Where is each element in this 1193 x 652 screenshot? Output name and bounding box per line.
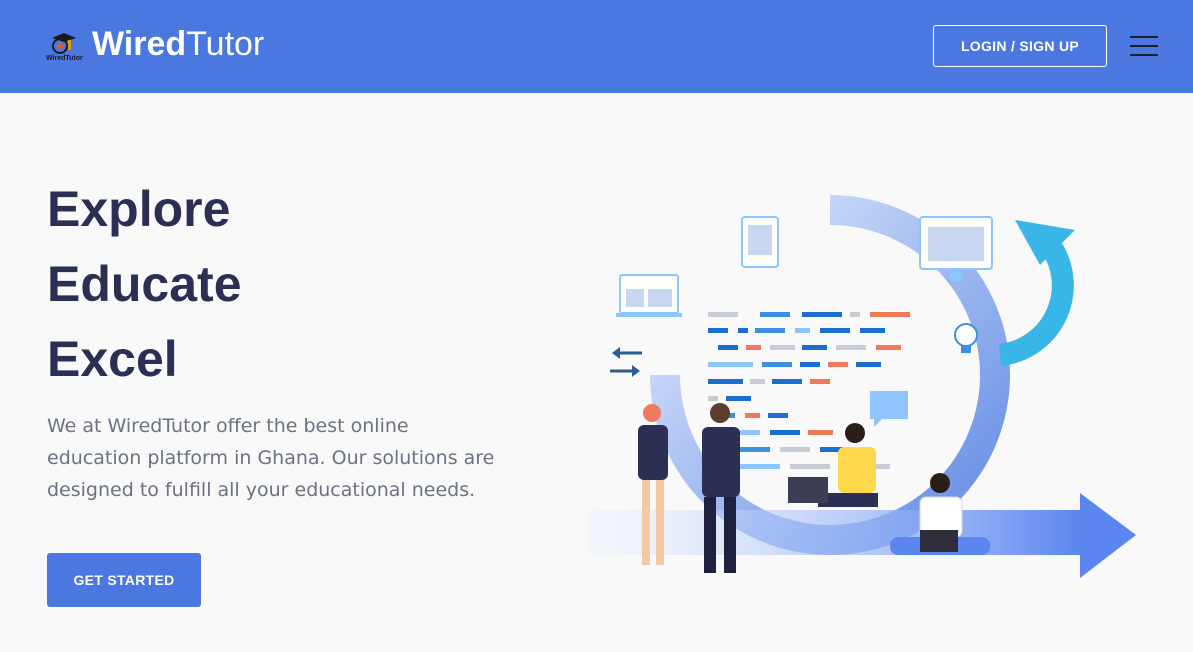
brand-regular: Tutor: [186, 25, 265, 63]
get-started-button[interactable]: GET STARTED: [47, 553, 201, 607]
brand-bold: Wired: [92, 25, 187, 63]
tablet-screen-icon: [741, 216, 779, 268]
hero-title-line-1: Explore: [47, 181, 231, 237]
laptop-screen-icon: [616, 274, 682, 317]
hamburger-menu-icon[interactable]: [1130, 33, 1158, 59]
hero-illustration: [590, 195, 1136, 578]
lightbulb-icon: [954, 323, 978, 353]
logo-icon[interactable]: WiredTutor: [44, 30, 84, 62]
navbar: WiredTutor WiredTutor LOGIN / SIGN UP: [0, 0, 1193, 93]
brand-name[interactable]: WiredTutor: [92, 24, 264, 64]
monitor-screen-icon: [919, 216, 993, 281]
login-signup-button[interactable]: LOGIN / SIGN UP: [933, 25, 1107, 67]
hero-title-line-3: Excel: [47, 331, 178, 387]
chat-bubble-icon: [870, 391, 908, 427]
swap-arrows-icon: [610, 347, 642, 377]
hero-title: Explore Educate Excel: [47, 172, 242, 397]
hero-description: We at WiredTutor offer the best online e…: [47, 415, 495, 501]
hero-title-line-2: Educate: [47, 256, 242, 312]
svg-text:WiredTutor: WiredTutor: [46, 55, 83, 62]
